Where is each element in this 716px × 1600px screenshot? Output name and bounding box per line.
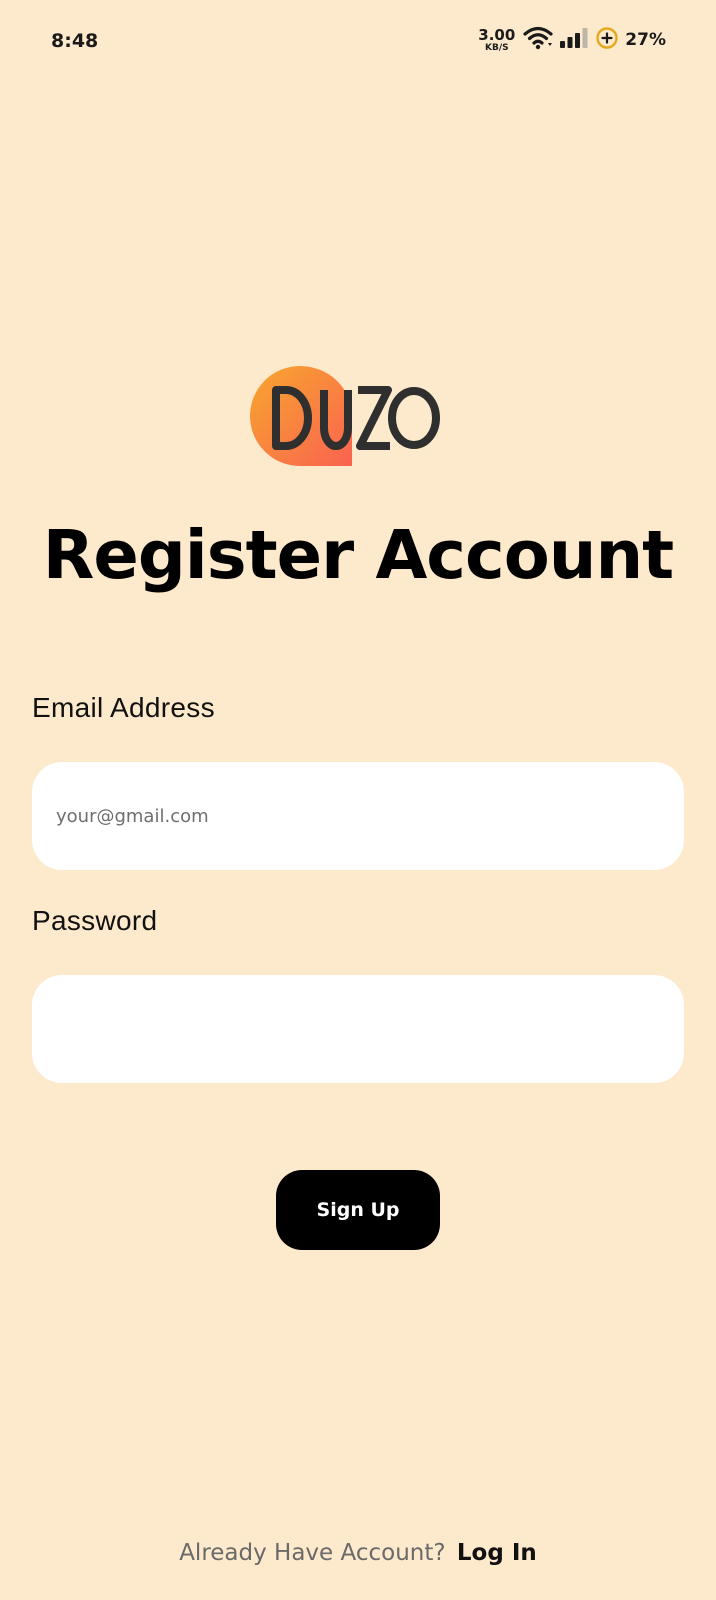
- password-input[interactable]: [32, 975, 684, 1083]
- battery-saver-icon: [595, 26, 619, 54]
- wifi-icon: [523, 26, 553, 54]
- signal-icon: [559, 27, 589, 53]
- battery-percentage: 27%: [625, 30, 666, 50]
- login-prompt-text: Already Have Account?: [179, 1540, 446, 1566]
- status-time: 8:48: [51, 30, 99, 52]
- network-speed-value: 3.00: [478, 25, 516, 44]
- login-prompt: Already Have Account? Log In: [0, 1534, 716, 1572]
- page-title: Register Account: [42, 516, 674, 594]
- log-in-link[interactable]: Log In: [457, 1540, 537, 1566]
- email-label: Email Address: [32, 692, 215, 723]
- status-right-cluster: 3.00 KB/S 27%: [478, 24, 666, 56]
- email-input[interactable]: [32, 762, 684, 870]
- password-label: Password: [32, 905, 158, 936]
- status-bar: 8:48 3.00 KB/S 27%: [0, 0, 716, 84]
- network-speed-unit: KB/S: [484, 42, 509, 53]
- sign-up-button[interactable]: Sign Up: [276, 1170, 440, 1250]
- network-speed: 3.00 KB/S: [478, 25, 516, 53]
- duzo-logo: [248, 364, 448, 472]
